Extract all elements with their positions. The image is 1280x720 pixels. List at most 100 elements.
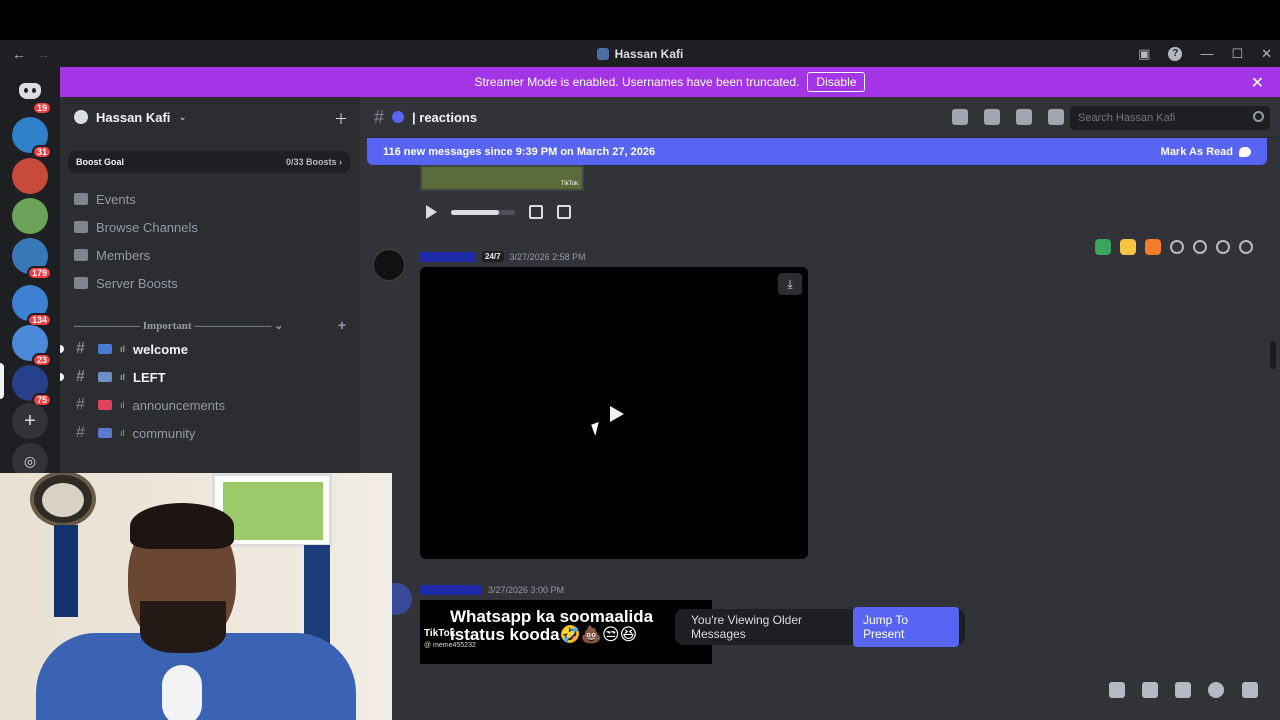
boost-goal-value: 0/33 Boosts › <box>285 157 342 167</box>
pinned-messages-icon[interactable] <box>1016 109 1032 125</box>
nav-server-boosts[interactable]: Server Boosts <box>60 269 360 297</box>
add-reaction-icon[interactable] <box>1170 240 1184 254</box>
gif-icon[interactable] <box>1142 682 1158 698</box>
volume-slider[interactable] <box>451 209 515 215</box>
letterbox <box>0 0 1280 40</box>
message-composer[interactable] <box>360 672 1280 720</box>
volume-fill <box>451 209 499 215</box>
threads-icon[interactable] <box>952 109 968 125</box>
member-list-icon[interactable] <box>1048 109 1064 125</box>
minimize-button[interactable]: — <box>1200 46 1213 61</box>
category-important[interactable]: —————— Important ——————— ⌄ + <box>60 315 360 335</box>
channel-welcome[interactable]: # ıl welcome <box>60 335 360 363</box>
fire-emoji-icon[interactable] <box>1145 239 1161 255</box>
invite-people-icon[interactable]: ＋ <box>334 109 348 129</box>
video-controls <box>426 205 571 219</box>
new-messages-bar[interactable]: 116 new messages since 9:39 PM on March … <box>367 138 1267 165</box>
play-icon[interactable] <box>610 406 624 422</box>
embed-handle: @ meme455232 <box>424 642 476 649</box>
add-channel-icon[interactable]: + <box>338 317 346 333</box>
bar-glyph: ıl <box>120 400 125 410</box>
fullscreen-icon[interactable] <box>557 205 571 219</box>
sticker-icon[interactable] <box>1175 682 1191 698</box>
members-icon <box>74 249 88 261</box>
author-name[interactable] <box>420 251 476 262</box>
nav-label: Events <box>96 191 136 207</box>
server-icon[interactable]: 31 <box>12 117 52 159</box>
forward-arrow-icon[interactable]: → <box>36 46 50 62</box>
banner-text: Streamer Mode is enabled. Usernames have… <box>474 75 800 89</box>
nav-members[interactable]: Members <box>60 241 360 269</box>
channel-name: welcome <box>133 341 188 357</box>
close-window-button[interactable]: ✕ <box>1261 46 1272 62</box>
window-title-text: Hassan Kafi <box>614 46 684 61</box>
embed-brand: TikTok <box>424 628 456 639</box>
inbox-icon[interactable]: ▣ <box>1138 46 1150 62</box>
channel-name: LEFT <box>133 369 166 385</box>
disable-button[interactable]: Disable <box>807 72 866 92</box>
hash-icon: # <box>76 424 85 441</box>
channel-emoji-icon <box>98 372 112 382</box>
server-icon[interactable]: 179 <box>12 238 52 280</box>
mark-as-read-button[interactable]: Mark As Read <box>1161 146 1251 158</box>
server-icon[interactable] <box>12 198 48 234</box>
help-icon[interactable]: ? <box>1168 46 1183 61</box>
guild-header[interactable]: Hassan Kafi ⌄ ＋ <box>60 97 360 137</box>
nav-label: Browse Channels <box>96 219 198 235</box>
notification-settings-icon[interactable] <box>984 109 1000 125</box>
thumbnail-brand: TikTok <box>560 181 578 187</box>
emoji-icon[interactable] <box>1208 682 1224 698</box>
channel-left[interactable]: # ıl LEFT <box>60 363 360 391</box>
speaker-icon[interactable] <box>529 205 543 219</box>
hash-icon: # <box>76 368 85 385</box>
video-thumbnail[interactable]: TikTok <box>420 165 584 191</box>
search-input[interactable] <box>1070 106 1270 130</box>
reply-icon[interactable] <box>1193 240 1207 254</box>
globe-icon <box>392 111 405 123</box>
tiktok-embed[interactable]: Whatsapp ka soomaalida istatus kooda🤣💩😒😆… <box>420 600 712 664</box>
gift-icon[interactable] <box>1109 682 1125 698</box>
person-hair <box>130 503 234 549</box>
video-embed[interactable]: ⤓ <box>420 267 808 559</box>
older-messages-text: You're Viewing Older Messages <box>691 613 803 641</box>
laughing-emoji-icon[interactable] <box>1120 239 1136 255</box>
nav-label: Members <box>96 247 151 263</box>
boost-goal[interactable]: Boost Goal 0/33 Boosts › <box>68 151 350 173</box>
author-name[interactable] <box>420 585 482 595</box>
bar-glyph: ıl <box>120 372 126 382</box>
back-arrow-icon[interactable]: ← <box>12 46 26 62</box>
guild-badge-icon <box>74 110 88 124</box>
more-icon[interactable] <box>1239 240 1253 254</box>
new-messages-text: 116 new messages since 9:39 PM on March … <box>383 145 656 158</box>
server-icon[interactable] <box>12 158 48 194</box>
clock-face <box>42 483 84 517</box>
channel-emoji-icon <box>98 428 112 438</box>
server-icon[interactable]: 134 <box>12 285 52 327</box>
channel-emoji-icon <box>98 400 112 410</box>
maximize-button[interactable]: ☐ <box>1231 46 1243 62</box>
close-banner-icon[interactable]: ✕ <box>1251 73 1264 93</box>
server-icon[interactable]: 23 <box>12 325 52 367</box>
nav-browse-channels[interactable]: Browse Channels <box>60 213 360 241</box>
add-server-button[interactable]: + <box>12 403 48 439</box>
channel-announcements[interactable]: # ıl announcements <box>60 391 360 419</box>
active-server-pill <box>0 363 4 399</box>
scrollbar[interactable] <box>1270 341 1276 369</box>
bar-glyph: ıl <box>120 344 126 354</box>
list-icon <box>74 221 88 233</box>
download-icon[interactable]: ⤓ <box>778 273 802 295</box>
channel-community[interactable]: # ıl community <box>60 419 360 447</box>
home-button[interactable]: 19 <box>12 73 52 115</box>
server-icon-active[interactable]: 75 <box>12 365 52 407</box>
apps-icon[interactable] <box>1242 682 1258 698</box>
channel-name: announcements <box>132 397 226 413</box>
nav-events[interactable]: Events <box>60 185 360 213</box>
scarf-left <box>54 525 78 617</box>
check-emoji-icon[interactable] <box>1095 239 1111 255</box>
message-hover-toolbar <box>1095 237 1253 257</box>
jump-to-present-button[interactable]: Jump To Present <box>852 607 959 647</box>
avatar[interactable] <box>373 249 405 281</box>
play-icon[interactable] <box>426 205 437 219</box>
message-header: 24/7 3/27/2026 2:58 PM <box>420 251 586 262</box>
forward-icon[interactable] <box>1216 240 1230 254</box>
